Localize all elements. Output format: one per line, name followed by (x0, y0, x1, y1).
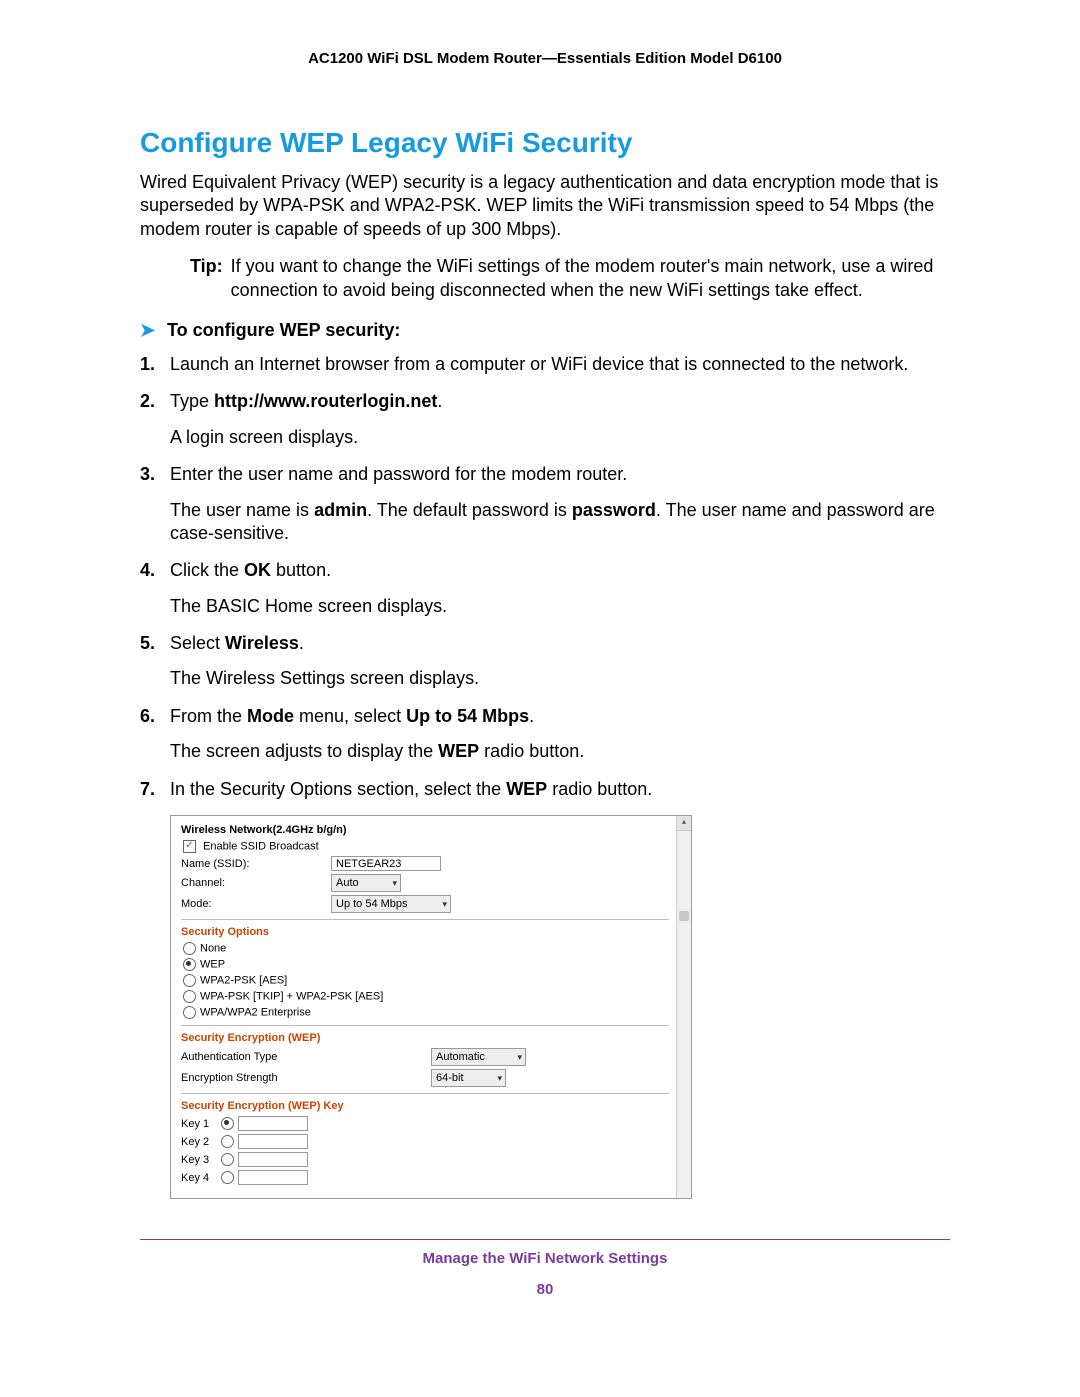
auth-type-label: Authentication Type (181, 1051, 431, 1063)
wep-key-1[interactable]: Key 1 (181, 1116, 669, 1131)
step-7: In the Security Options section, select … (140, 778, 950, 801)
wep-key-title: Security Encryption (WEP) Key (181, 1100, 669, 1112)
checkbox-icon[interactable] (183, 840, 196, 853)
tip-block: Tip: If you want to change the WiFi sett… (190, 255, 950, 302)
radio-icon[interactable] (183, 958, 196, 971)
enable-ssid-broadcast[interactable]: Enable SSID Broadcast (183, 840, 669, 853)
step-5-text: Select Wireless. (170, 633, 304, 653)
wep-key-3[interactable]: Key 3 (181, 1152, 669, 1167)
ssid-label: Name (SSID): (181, 858, 331, 870)
step-6-text: From the Mode menu, select Up to 54 Mbps… (170, 706, 534, 726)
step-2: Type http://www.routerlogin.net. A login… (140, 390, 950, 449)
step-list: Launch an Internet browser from a comput… (140, 353, 950, 801)
encryption-strength-select[interactable]: 64-bit (431, 1069, 506, 1087)
security-option-mixed[interactable]: WPA-PSK [TKIP] + WPA2-PSK [AES] (183, 990, 669, 1003)
radio-icon[interactable] (221, 1171, 234, 1184)
step-3-result: The user name is admin. The default pass… (170, 499, 950, 546)
scroll-up-icon[interactable]: ▴ (677, 816, 691, 831)
security-option-none[interactable]: None (183, 942, 669, 955)
wep-key-3-input[interactable] (238, 1152, 308, 1167)
security-option-wep[interactable]: WEP (183, 958, 669, 971)
intro-paragraph: Wired Equivalent Privacy (WEP) security … (140, 171, 950, 241)
wep-encryption-title: Security Encryption (WEP) (181, 1032, 669, 1044)
step-1: Launch an Internet browser from a comput… (140, 353, 950, 376)
security-option-wpa2[interactable]: WPA2-PSK [AES] (183, 974, 669, 987)
security-options-title: Security Options (181, 926, 669, 938)
wireless-network-title: Wireless Network(2.4GHz b/g/n) (181, 824, 669, 836)
step-4: Click the OK button. The BASIC Home scre… (140, 559, 950, 618)
security-option-enterprise[interactable]: WPA/WPA2 Enterprise (183, 1006, 669, 1019)
page-number: 80 (140, 1281, 950, 1298)
step-2-text: Type http://www.routerlogin.net. (170, 391, 442, 411)
radio-icon[interactable] (221, 1135, 234, 1148)
step-6: From the Mode menu, select Up to 54 Mbps… (140, 705, 950, 764)
step-5: Select Wireless. The Wireless Settings s… (140, 632, 950, 691)
radio-icon[interactable] (221, 1117, 234, 1130)
wep-key-2-input[interactable] (238, 1134, 308, 1149)
channel-label: Channel: (181, 877, 331, 889)
radio-icon[interactable] (221, 1153, 234, 1166)
wep-key-4[interactable]: Key 4 (181, 1170, 669, 1185)
wireless-settings-screenshot: ▴ Wireless Network(2.4GHz b/g/n) Enable … (170, 815, 692, 1199)
scroll-thumb[interactable] (679, 911, 689, 921)
step-4-result: The BASIC Home screen displays. (170, 595, 950, 618)
step-4-text: Click the OK button. (170, 560, 331, 580)
tip-label: Tip: (190, 255, 231, 302)
step-3: Enter the user name and password for the… (140, 463, 950, 545)
mode-select[interactable]: Up to 54 Mbps (331, 895, 451, 913)
radio-icon[interactable] (183, 942, 196, 955)
mode-label: Mode: (181, 898, 331, 910)
auth-type-select[interactable]: Automatic (431, 1048, 526, 1066)
footer-chapter: Manage the WiFi Network Settings (140, 1250, 950, 1267)
step-6-result: The screen adjusts to display the WEP ra… (170, 740, 950, 763)
footer-rule (140, 1239, 950, 1240)
step-3-text: Enter the user name and password for the… (170, 464, 627, 484)
scrollbar[interactable]: ▴ (676, 816, 691, 1198)
ssid-input[interactable] (331, 856, 441, 871)
step-2-result: A login screen displays. (170, 426, 950, 449)
radio-icon[interactable] (183, 990, 196, 1003)
wep-key-2[interactable]: Key 2 (181, 1134, 669, 1149)
wep-key-1-input[interactable] (238, 1116, 308, 1131)
wep-key-4-input[interactable] (238, 1170, 308, 1185)
encryption-strength-label: Encryption Strength (181, 1072, 431, 1084)
section-title: Configure WEP Legacy WiFi Security (140, 127, 950, 159)
page-header: AC1200 WiFi DSL Modem Router—Essentials … (140, 50, 950, 67)
chevron-right-icon: ➤ (140, 320, 162, 341)
procedure-title: To configure WEP security: (167, 320, 400, 340)
step-7-text: In the Security Options section, select … (170, 779, 652, 799)
radio-icon[interactable] (183, 974, 196, 987)
radio-icon[interactable] (183, 1006, 196, 1019)
step-5-result: The Wireless Settings screen displays. (170, 667, 950, 690)
step-1-text: Launch an Internet browser from a comput… (170, 354, 908, 374)
channel-select[interactable]: Auto (331, 874, 401, 892)
tip-text: If you want to change the WiFi settings … (231, 255, 950, 302)
procedure-heading: ➤ To configure WEP security: (140, 320, 950, 341)
